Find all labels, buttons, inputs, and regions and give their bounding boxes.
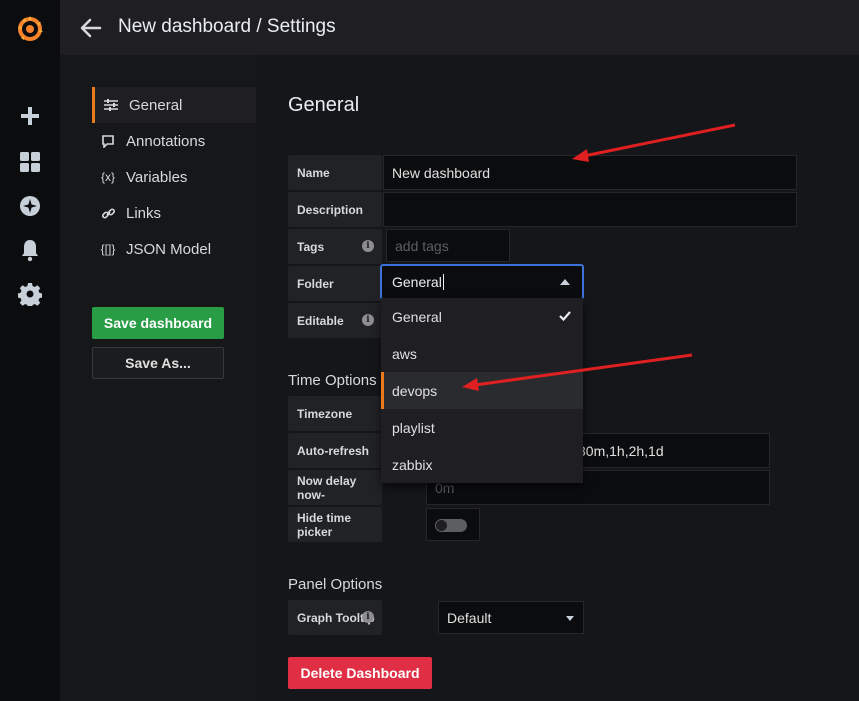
- sliders-icon: [101, 99, 121, 111]
- plus-icon[interactable]: [18, 104, 42, 128]
- tags-label: Tags i: [288, 229, 382, 264]
- graph-tooltip-value: Default: [447, 609, 492, 626]
- toggle-knob: [436, 520, 447, 531]
- folder-option-general[interactable]: General: [381, 298, 583, 335]
- name-input[interactable]: New dashboard: [383, 155, 797, 190]
- tags-input[interactable]: add tags: [386, 229, 510, 262]
- text-cursor: [442, 274, 444, 290]
- sidenav-item-label: Annotations: [126, 132, 206, 150]
- editable-label: Editable i: [288, 303, 382, 338]
- page-header: New dashboard / Settings: [60, 0, 859, 55]
- sidenav-item-general[interactable]: General: [92, 87, 256, 123]
- folder-option-devops[interactable]: devops: [381, 372, 583, 409]
- page-title: New dashboard / Settings: [118, 16, 336, 37]
- section-title-time-options: Time Options: [288, 372, 377, 389]
- check-icon: [559, 311, 571, 322]
- sidenav-item-links[interactable]: Links: [92, 195, 256, 231]
- explore-compass-icon[interactable]: [18, 194, 42, 218]
- sidenav-item-json-model[interactable]: {[]} JSON Model: [92, 231, 256, 267]
- info-icon[interactable]: i: [362, 611, 374, 623]
- save-dashboard-button[interactable]: Save dashboard: [92, 307, 224, 339]
- section-title-panel-options: Panel Options: [288, 576, 383, 593]
- grafana-logo-icon[interactable]: [15, 14, 45, 44]
- section-title-general: General: [288, 94, 360, 116]
- folder-option-label: zabbix: [392, 456, 433, 473]
- variable-icon: {x}: [100, 170, 115, 184]
- caret-down-icon: [566, 616, 574, 621]
- toggle-track: [435, 519, 467, 532]
- back-arrow-icon[interactable]: [78, 15, 104, 41]
- folder-option-label: General: [392, 308, 442, 325]
- graph-tooltip-select[interactable]: Default: [438, 601, 584, 634]
- graph-tooltip-label: Graph Tooltip i: [288, 600, 382, 635]
- auto-refresh-value: 30m,1h,2h,1d: [578, 442, 664, 459]
- info-icon[interactable]: i: [362, 240, 374, 252]
- folder-dropdown-menu: General aws devops playlist zabbix: [381, 298, 583, 483]
- comment-icon: [98, 134, 118, 148]
- description-input[interactable]: [383, 192, 797, 227]
- folder-label: Folder: [288, 266, 382, 301]
- auto-refresh-label: Auto-refresh: [288, 433, 382, 468]
- hide-time-picker-toggle[interactable]: [426, 508, 480, 541]
- sidenav-item-label: General: [129, 96, 183, 114]
- sidenav-item-variables[interactable]: {x} Variables: [92, 159, 256, 195]
- folder-option-playlist[interactable]: playlist: [381, 409, 583, 446]
- configuration-gear-icon[interactable]: [18, 282, 42, 306]
- sidenav-item-annotations[interactable]: Annotations: [92, 123, 256, 159]
- now-delay-label: Now delay now-: [288, 470, 382, 505]
- sidenav-item-label: Links: [126, 204, 162, 222]
- folder-option-label: devops: [392, 382, 438, 399]
- delete-dashboard-button[interactable]: Delete Dashboard: [288, 657, 432, 689]
- json-icon: {[]}: [100, 242, 116, 256]
- timezone-label: Timezone: [288, 396, 382, 431]
- settings-sidenav: General Annotations {x} Variables Links …: [60, 55, 256, 701]
- folder-option-zabbix[interactable]: zabbix: [381, 446, 583, 483]
- info-icon[interactable]: i: [362, 314, 374, 326]
- link-icon: [98, 206, 118, 221]
- sidemenu: [0, 0, 60, 701]
- caret-up-icon: [560, 279, 570, 285]
- folder-option-label: playlist: [392, 419, 435, 436]
- sidenav-item-label: Variables: [126, 168, 188, 186]
- folder-select-value: General: [392, 274, 442, 290]
- editable-label-text: Editable: [297, 313, 344, 328]
- save-as-button[interactable]: Save As...: [92, 347, 224, 379]
- alerting-bell-icon[interactable]: [18, 238, 42, 262]
- settings-content: General Name New dashboard Description T…: [256, 55, 859, 701]
- folder-option-aws[interactable]: aws: [381, 335, 583, 372]
- folder-option-label: aws: [392, 345, 417, 362]
- dashboards-icon[interactable]: [18, 150, 42, 174]
- hide-time-picker-label: Hide time picker: [288, 507, 382, 542]
- sidenav-item-label: JSON Model: [126, 240, 212, 258]
- tags-label-text: Tags: [297, 239, 325, 254]
- name-label: Name: [288, 155, 382, 190]
- folder-select[interactable]: General: [380, 264, 584, 300]
- description-label: Description: [288, 192, 382, 227]
